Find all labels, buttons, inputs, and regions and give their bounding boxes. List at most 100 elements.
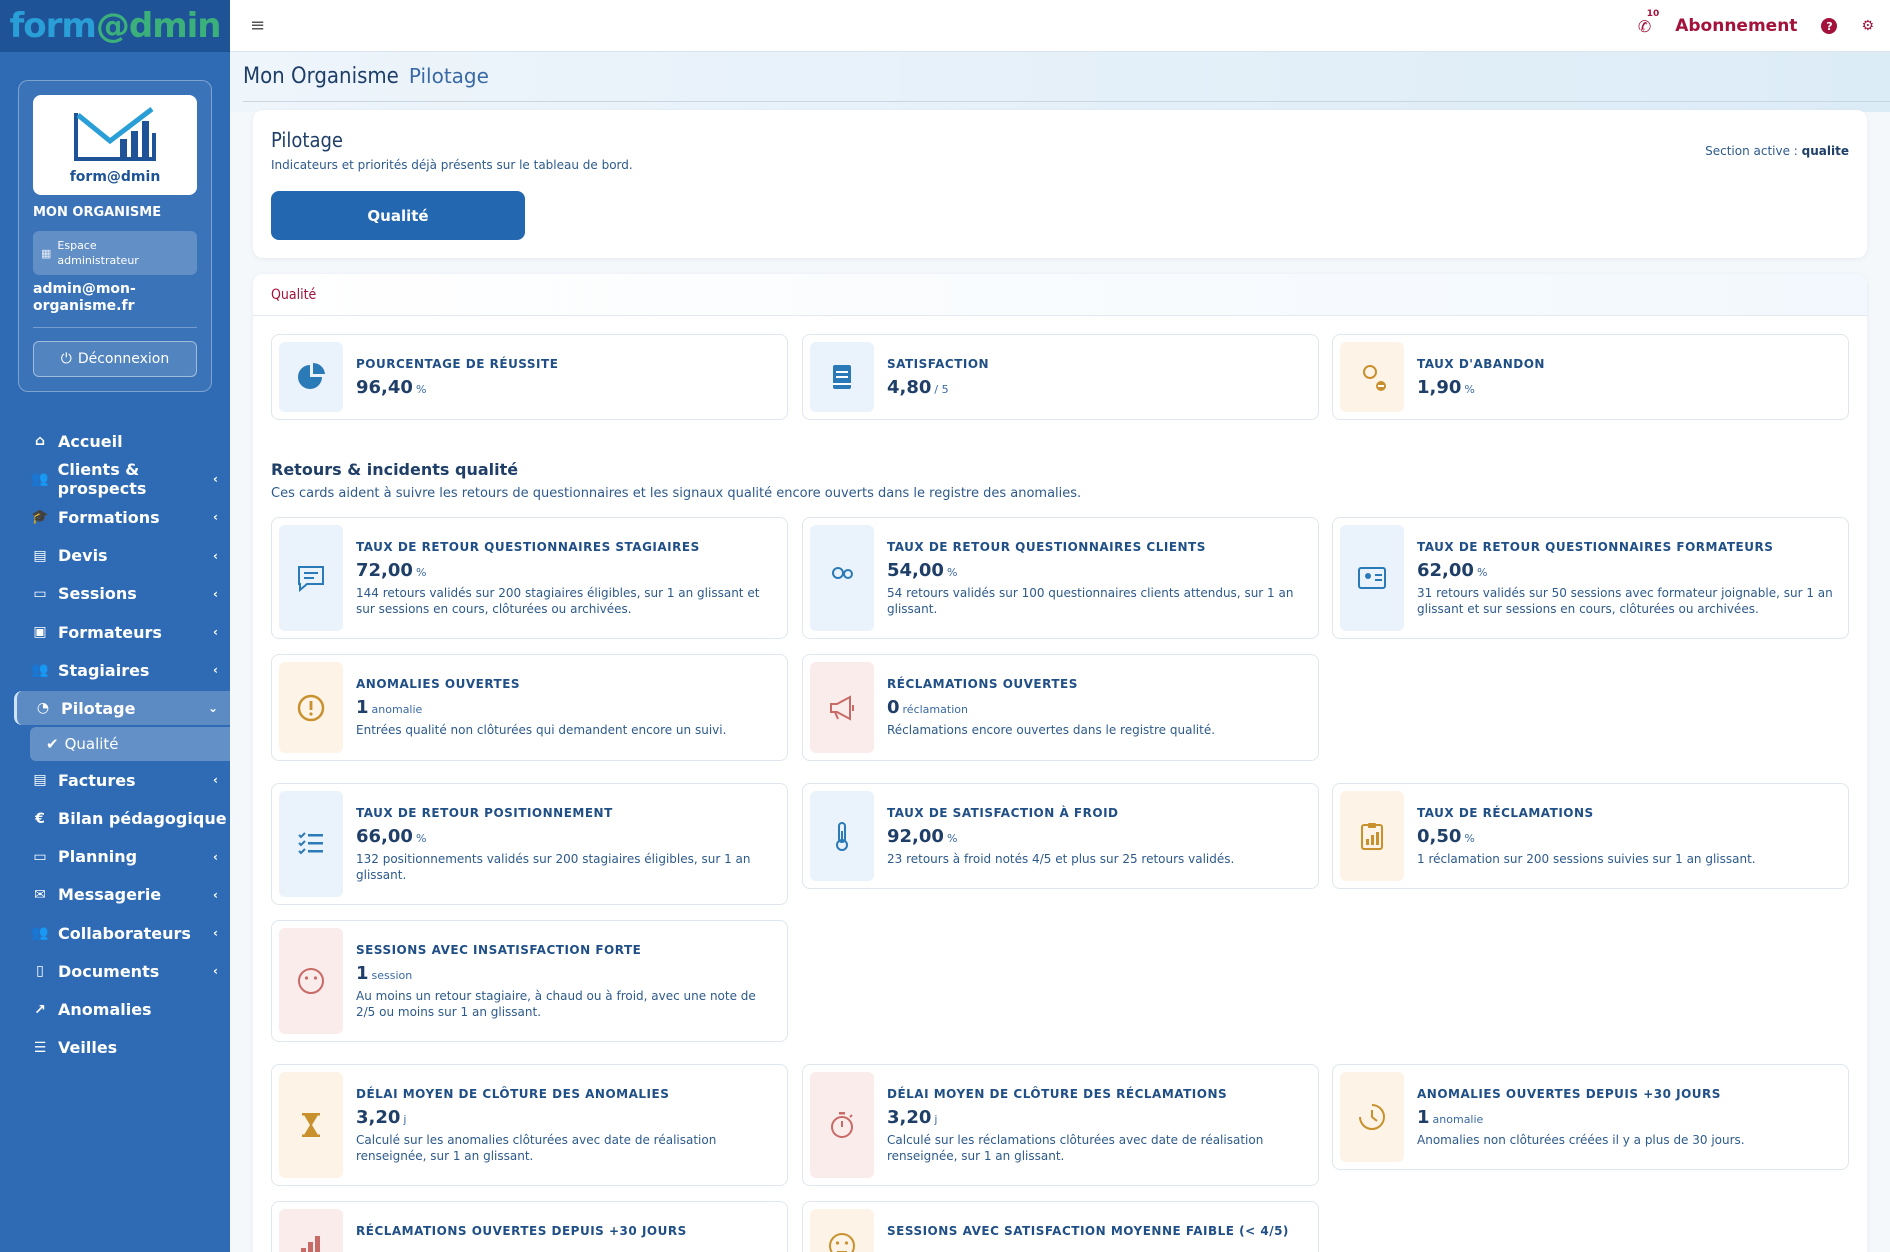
clipboard-chart-icon [1361, 823, 1383, 850]
megaphone-icon [830, 694, 854, 721]
chevron-down-icon: ⌄ [207, 701, 218, 716]
kpi-description: Anomalies non clôturées créées il y a pl… [1417, 1133, 1745, 1147]
kpi-card: Taux d'abandon 1,90% [1332, 334, 1849, 420]
organization-card: form@dmin MON ORGANISME ▦ Espace administ… [18, 80, 212, 392]
kpi-unit: session [371, 969, 413, 982]
card-subtitle: Indicateurs et priorités déjà présents s… [271, 158, 633, 172]
sidebar-item-anomalies[interactable]: ↗ Anomalies [14, 990, 230, 1028]
kpi-card: Sessions avec satisfaction moyenne faibl… [802, 1201, 1319, 1252]
sidebar-item-veilles[interactable]: ☰ Veilles [14, 1029, 230, 1067]
kpi-value: 1,90% [1417, 377, 1475, 398]
gauge-icon: ◔ [36, 700, 50, 717]
kpi-icon-box [279, 928, 343, 1034]
kpi-label: Taux de retour questionnaires formateurs [1417, 540, 1774, 554]
kpi-icon-box [810, 1209, 874, 1252]
kpi-value: 1 anomalie [356, 697, 423, 718]
card-title: Pilotage [271, 128, 343, 152]
sidebar-item-messagerie[interactable]: ✉ Messagerie ‹ [14, 876, 230, 914]
kpi-card: Taux de retour questionnaires clients 54… [802, 517, 1319, 639]
kpi-card: Anomalies ouvertes depuis +30 jours 1 ano… [1332, 1064, 1849, 1170]
kpi-label: Délai moyen de clôture des réclamations [887, 1087, 1228, 1101]
calendar-icon: ▭ [33, 848, 47, 865]
sidebar-item-stagiaires[interactable]: 👥 Stagiaires ‹ [14, 651, 230, 689]
clock-icon [1359, 1104, 1385, 1130]
kpi-value: 1 session [356, 963, 413, 984]
file-icon: ▯ [36, 963, 44, 980]
sidebar-item-devis[interactable]: ▤ Devis ‹ [14, 537, 230, 575]
sidebar-item-documents[interactable]: ▯ Documents ‹ [14, 952, 230, 990]
kpi-card: Anomalies ouvertes 1 anomalie Entrées qua… [271, 654, 788, 761]
kpi-description: Entrées qualité non clôturées qui demand… [356, 723, 727, 737]
face-icon [829, 1233, 855, 1252]
sidebar-item-formateurs[interactable]: ▣ Formateurs ‹ [14, 613, 230, 651]
chevron-left-icon: ‹ [213, 586, 218, 601]
pilotage-card: Pilotage Indicateurs et priorités déjà p… [253, 110, 1867, 258]
qualite-section-button[interactable]: Qualité [271, 191, 525, 240]
kpi-value: 1 anomalie [1417, 1107, 1484, 1128]
sidebar-item-factures[interactable]: ▤ Factures ‹ [14, 761, 230, 799]
kpi-label: Délai moyen de clôture des anomalies [356, 1087, 670, 1101]
sidebar-item-collaborateurs[interactable]: 👥 Collaborateurs ‹ [14, 914, 230, 952]
chevron-left-icon: ‹ [213, 548, 218, 563]
kpi-unit: j [403, 1113, 407, 1126]
brand-logo[interactable]: form@dmin [0, 0, 230, 52]
page-subtitle: Pilotage [408, 64, 489, 88]
kpi-icon-box [810, 791, 874, 881]
organization-name: MON ORGANISME [33, 205, 162, 220]
sidebar-item-bilan[interactable]: € Bilan pédagogique [14, 800, 230, 838]
kpi-label: Taux de réclamations [1417, 806, 1594, 820]
pie-chart-icon [298, 362, 325, 389]
users-icon: 👥 [31, 925, 49, 942]
subsection-title: Retours & incidents qualité [271, 460, 519, 479]
kpi-icon-box [1340, 791, 1404, 881]
user-minus-icon [1363, 365, 1386, 391]
thermometer-icon [836, 822, 848, 851]
kpi-icon-box [279, 662, 343, 753]
user-settings-icon[interactable]: ⚙ [1861, 18, 1874, 34]
users-icon: 👥 [31, 471, 49, 488]
kpi-icon-box [810, 342, 874, 412]
kpi-unit: % [415, 566, 427, 579]
kpi-unit: % [415, 832, 427, 845]
menu-toggle-icon[interactable]: ≡ [250, 15, 265, 36]
sliders-icon: ☰ [33, 1039, 47, 1056]
kpi-description: 23 retours à froid notés 4/5 et plus sur… [887, 852, 1235, 866]
section-title: Qualité [253, 274, 1867, 316]
sidebar-subitem-qualite[interactable]: ✔ Qualité [30, 727, 230, 762]
kpi-card: Taux de retour questionnaires formateurs… [1332, 517, 1849, 639]
kpi-card: Taux de satisfaction à froid 92,00% 23 r… [802, 783, 1319, 889]
kpi-label: Sessions avec insatisfaction forte [356, 943, 642, 957]
kpi-label: Taux de retour positionnement [356, 806, 613, 820]
kpi-icon-box [1340, 342, 1404, 412]
kpi-icon-box [1340, 1072, 1404, 1162]
notifications-button[interactable]: ✆ 10 [1638, 9, 1659, 36]
admin-space-button[interactable]: ▦ Espace administrateur [33, 231, 197, 275]
graduation-icon: 🎓 [31, 509, 49, 526]
chevron-left-icon: ‹ [213, 625, 218, 640]
sidebar-item-formations[interactable]: 🎓 Formations ‹ [14, 498, 230, 536]
kpi-unit: % [946, 832, 958, 845]
sidebar-item-sessions[interactable]: ▭ Sessions ‹ [14, 575, 230, 613]
kpi-value: 72,00% [356, 560, 427, 581]
id-card-icon [1358, 567, 1386, 589]
home-icon: ⌂ [34, 433, 46, 450]
checklist-icon [298, 832, 323, 855]
kpi-label: Anomalies ouvertes depuis +30 jours [1417, 1087, 1721, 1101]
breadcrumb: Mon Organisme Pilotage [243, 64, 489, 89]
kpi-icon-box [279, 342, 343, 412]
logout-button[interactable]: ⏻ Déconnexion [33, 341, 197, 377]
chart-line-icon: ↗ [34, 1001, 46, 1018]
sidebar-item-pilotage[interactable]: ◔ Pilotage ⌄ [14, 691, 230, 726]
chevron-left-icon: ‹ [213, 663, 218, 678]
users-icon [832, 567, 853, 579]
power-icon: ⏻ [60, 351, 72, 367]
sidebar-item-accueil[interactable]: ⌂ Accueil [14, 422, 230, 460]
sidebar-item-clients[interactable]: 👥 Clients & prospects ‹ [14, 460, 230, 498]
kpi-card: Taux de retour questionnaires stagiaires… [271, 517, 788, 639]
kpi-label: Taux de retour questionnaires stagiaires [356, 540, 700, 554]
kpi-value: 3,20 j [887, 1107, 938, 1128]
help-icon[interactable]: ? [1821, 18, 1838, 34]
sidebar-item-planning[interactable]: ▭ Planning ‹ [14, 838, 230, 876]
subscription-link[interactable]: Abonnement [1675, 16, 1797, 36]
kpi-label: Satisfaction [887, 357, 990, 371]
